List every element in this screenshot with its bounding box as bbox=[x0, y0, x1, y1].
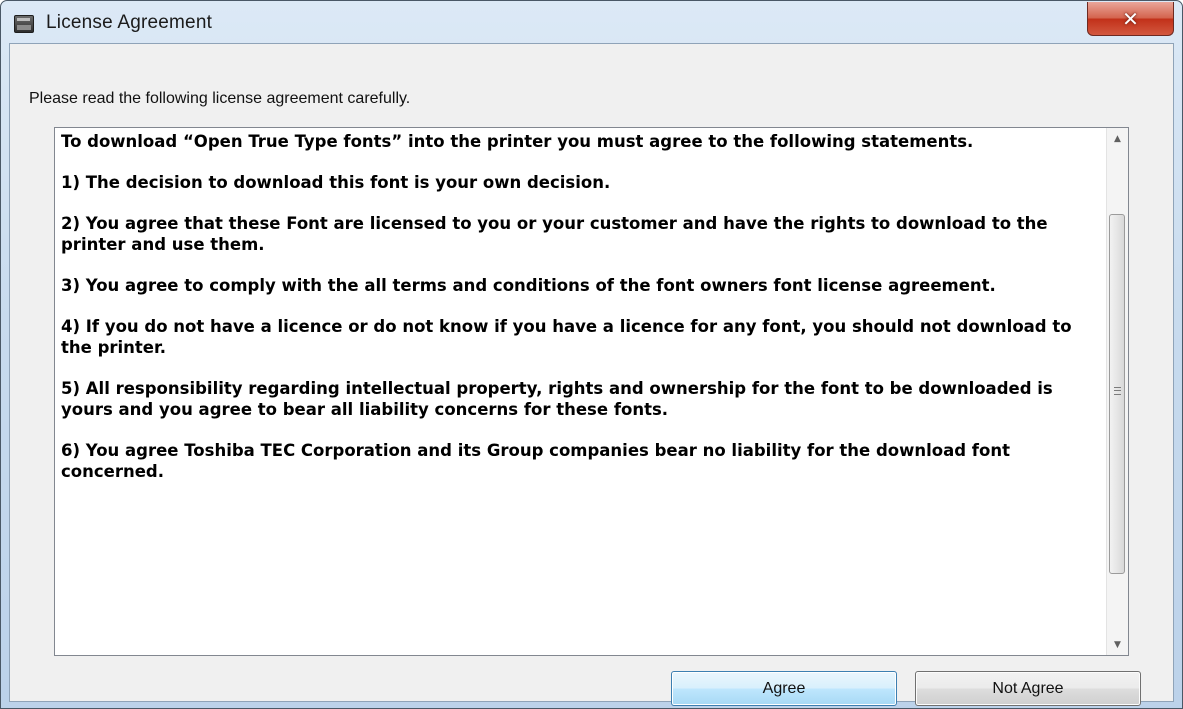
license-paragraph-3: 3) You agree to comply with the all term… bbox=[61, 276, 996, 295]
vertical-scrollbar[interactable]: ▲ ▼ bbox=[1106, 128, 1128, 655]
window-title: License Agreement bbox=[46, 12, 213, 33]
scroll-up-arrow-icon[interactable]: ▲ bbox=[1107, 128, 1128, 149]
grip-icon bbox=[1114, 387, 1121, 395]
title-bar[interactable]: License Agreement ✕ bbox=[1, 1, 1182, 43]
app-window-icon bbox=[14, 15, 34, 33]
license-paragraph-5: 5) All responsibility regarding intellec… bbox=[61, 379, 1053, 419]
license-text-box[interactable]: To download “Open True Type fonts” into … bbox=[54, 127, 1129, 656]
close-icon: ✕ bbox=[1122, 6, 1139, 31]
close-button[interactable]: ✕ bbox=[1087, 2, 1174, 36]
instruction-text: Please read the following license agreem… bbox=[29, 90, 411, 107]
license-text: To download “Open True Type fonts” into … bbox=[61, 131, 1106, 502]
license-paragraph-6: 6) You agree Toshiba TEC Corporation and… bbox=[61, 441, 1010, 481]
license-paragraph-intro: To download “Open True Type fonts” into … bbox=[61, 132, 974, 151]
not-agree-button[interactable]: Not Agree bbox=[915, 671, 1141, 706]
agree-button[interactable]: Agree bbox=[671, 671, 897, 706]
license-agreement-window: License Agreement ✕ Please read the foll… bbox=[0, 0, 1183, 709]
license-paragraph-4: 4) If you do not have a licence or do no… bbox=[61, 317, 1072, 357]
scroll-down-arrow-icon[interactable]: ▼ bbox=[1107, 634, 1128, 655]
license-paragraph-2: 2) You agree that these Font are license… bbox=[61, 214, 1048, 254]
dialog-client-area: Please read the following license agreem… bbox=[9, 43, 1174, 706]
scrollbar-thumb[interactable] bbox=[1109, 214, 1125, 574]
license-paragraph-1: 1) The decision to download this font is… bbox=[61, 173, 611, 192]
